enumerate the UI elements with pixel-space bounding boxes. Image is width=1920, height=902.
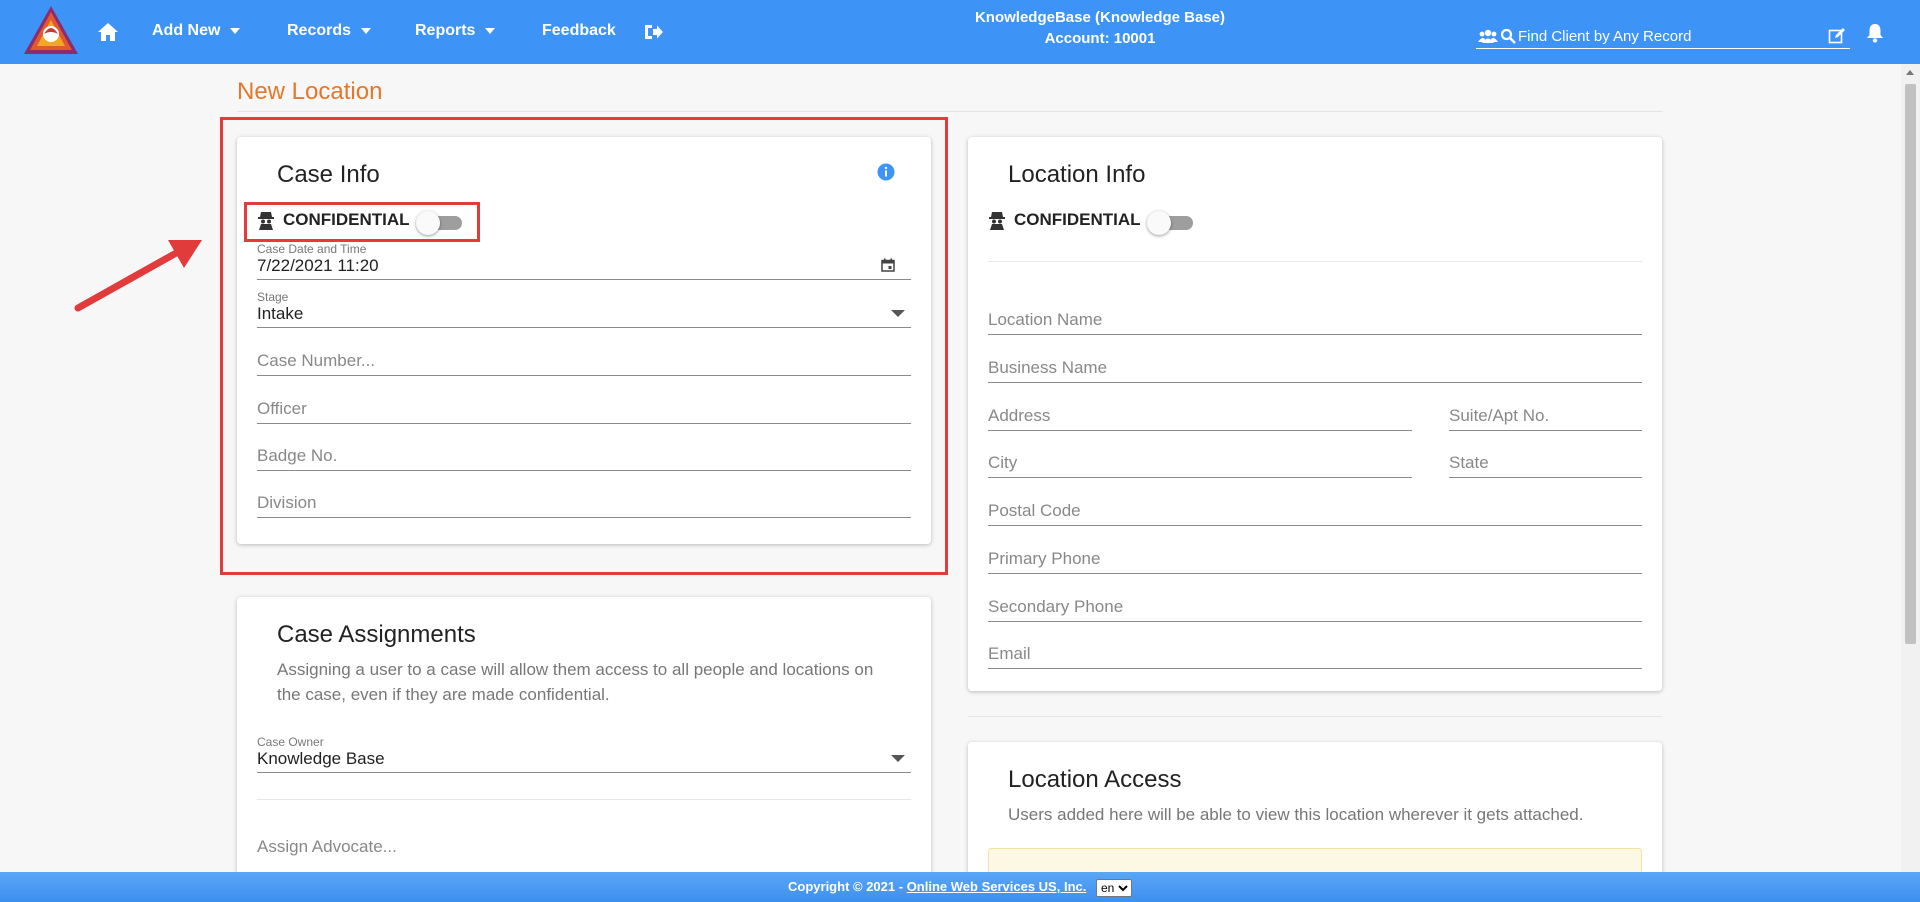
account-name: KnowledgeBase (Knowledge Base) xyxy=(974,9,1226,26)
title-divider xyxy=(237,111,1663,112)
nav-records[interactable]: Records xyxy=(287,22,372,40)
highlight-box-case-info xyxy=(220,117,948,575)
state-input[interactable]: State xyxy=(1449,450,1642,478)
case-owner-value: Knowledge Base xyxy=(257,749,385,768)
location-name-input[interactable]: Location Name xyxy=(988,307,1642,335)
postal-code-input[interactable]: Postal Code xyxy=(988,498,1642,526)
annotation-arrow-icon xyxy=(74,240,202,312)
case-assignments-card: Case Assignments Assigning a user to a c… xyxy=(237,597,931,887)
city-input[interactable]: City xyxy=(988,450,1412,478)
search-input[interactable] xyxy=(1518,26,1808,46)
location-access-card: Location Access Users added here will be… xyxy=(968,742,1662,892)
chevron-down-icon xyxy=(230,27,241,34)
search-icon xyxy=(1500,28,1516,44)
edit-icon[interactable] xyxy=(1828,27,1846,45)
vertical-scrollbar[interactable] xyxy=(1901,64,1920,874)
account-info: KnowledgeBase (Knowledge Base) Account: … xyxy=(900,7,1300,49)
copyright-text: Copyright © 2021 - xyxy=(788,879,907,894)
scrollbar-thumb[interactable] xyxy=(1905,84,1916,644)
scroll-up-icon[interactable] xyxy=(1906,70,1914,75)
address-input[interactable]: Address xyxy=(988,403,1412,431)
case-assignments-title: Case Assignments xyxy=(277,621,476,648)
footer: Copyright © 2021 - Online Web Services U… xyxy=(0,872,1920,902)
case-assignments-description: Assigning a user to a case will allow th… xyxy=(277,660,874,704)
nav-reports[interactable]: Reports xyxy=(415,22,496,40)
user-secret-icon xyxy=(989,212,1005,230)
divider xyxy=(257,799,911,800)
dropdown-arrow-icon xyxy=(891,755,905,762)
business-name-input[interactable]: Business Name xyxy=(988,355,1642,383)
client-search[interactable] xyxy=(1476,25,1850,49)
app-logo[interactable] xyxy=(22,4,80,56)
email-input[interactable]: Email xyxy=(988,641,1642,669)
sign-out-icon[interactable] xyxy=(642,21,664,43)
language-select[interactable]: en xyxy=(1095,878,1132,897)
section-divider xyxy=(968,716,1662,717)
home-icon[interactable] xyxy=(96,20,120,44)
chevron-down-icon xyxy=(485,27,496,34)
case-owner-label: Case Owner xyxy=(257,735,324,749)
chevron-down-icon xyxy=(361,27,372,34)
location-access-description: Users added here will be able to view th… xyxy=(1008,805,1584,824)
primary-phone-input[interactable]: Primary Phone xyxy=(988,546,1642,574)
case-owner-select[interactable]: Case Owner Knowledge Base xyxy=(257,735,911,773)
company-link[interactable]: Online Web Services US, Inc. xyxy=(907,879,1087,894)
users-icon xyxy=(1478,29,1498,43)
secondary-phone-input[interactable]: Secondary Phone xyxy=(988,594,1642,622)
confidential-label: CONFIDENTIAL xyxy=(1014,210,1141,229)
location-info-card: Location Info CONFIDENTIAL Location Name… xyxy=(968,137,1662,691)
location-info-title: Location Info xyxy=(1008,161,1146,188)
highlight-box-confidential xyxy=(244,202,480,242)
bell-icon[interactable] xyxy=(1866,23,1884,43)
location-access-title: Location Access xyxy=(1008,766,1182,793)
location-confidential-toggle[interactable] xyxy=(1147,210,1193,235)
assign-advocate-input[interactable]: Assign Advocate... xyxy=(257,833,911,861)
page-title: New Location xyxy=(237,78,383,105)
nav-feedback[interactable]: Feedback xyxy=(542,22,616,40)
suite-input[interactable]: Suite/Apt No. xyxy=(1449,403,1642,431)
nav-add-new[interactable]: Add New xyxy=(152,22,241,40)
divider xyxy=(988,261,1642,262)
top-navbar: Add New Records Reports Feedback Knowled… xyxy=(0,0,1920,64)
account-number: Account: 10001 xyxy=(1044,30,1156,47)
